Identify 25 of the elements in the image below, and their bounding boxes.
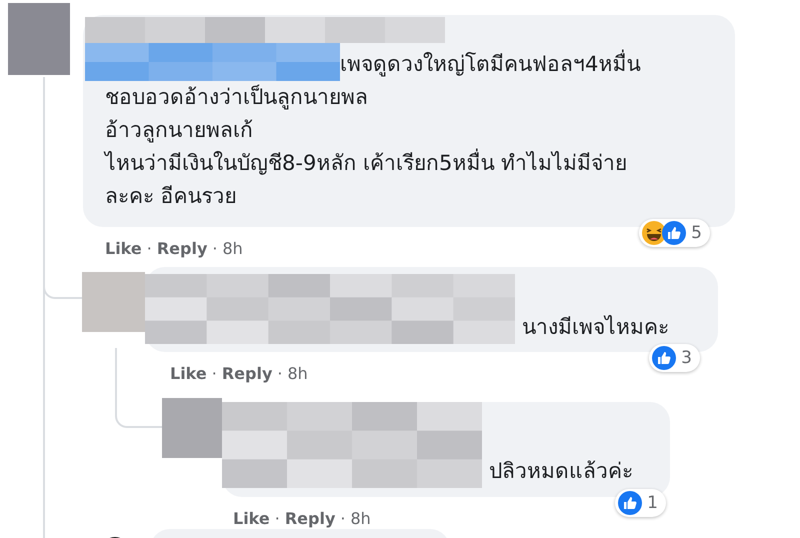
reply-link[interactable]: Reply — [222, 364, 272, 382]
timestamp: 8h — [222, 238, 243, 258]
separator-dot: · — [277, 364, 282, 382]
separator-dot: · — [212, 238, 218, 258]
timestamp: 8h — [350, 508, 371, 528]
separator-dot: · — [340, 508, 346, 528]
comment-text: ไหนว่ามีเงินในบัญชี8-9หลัก เค้าเรียก5หมื่น ทำไมไม่มีจ่าย — [105, 147, 628, 180]
reaction-badge[interactable]: 3 — [649, 344, 700, 372]
reply-link[interactable]: Reply — [284, 508, 336, 528]
comment-text: ชอบอวดอ้างว่าเป็นลูกนายพล — [105, 84, 368, 112]
comment-text: นางมีเพจไหมคะ — [522, 314, 669, 341]
reaction-badge[interactable]: 1 — [615, 489, 666, 517]
comment-text: เพจดูดวงใหญ่โตมีคนฟอลฯ4หมื่น — [340, 48, 640, 81]
timestamp: 8h — [287, 364, 308, 382]
like-link[interactable]: Like — [105, 238, 142, 258]
separator-dot: · — [212, 364, 217, 382]
like-link[interactable]: Like — [233, 508, 270, 528]
comment-text: ปลิวหมดแล้วค่ะ — [489, 458, 633, 485]
like-link[interactable]: Like — [170, 364, 207, 382]
separator-dot: · — [146, 238, 152, 258]
comment-text: ละคะ อีคนรวย — [105, 183, 237, 210]
reply-link[interactable]: Reply — [156, 238, 208, 258]
separator-dot: · — [274, 508, 280, 528]
comment-text: อ้าวลูกนายพลเก้ — [105, 117, 253, 144]
reaction-badge[interactable]: 5 — [639, 219, 710, 247]
